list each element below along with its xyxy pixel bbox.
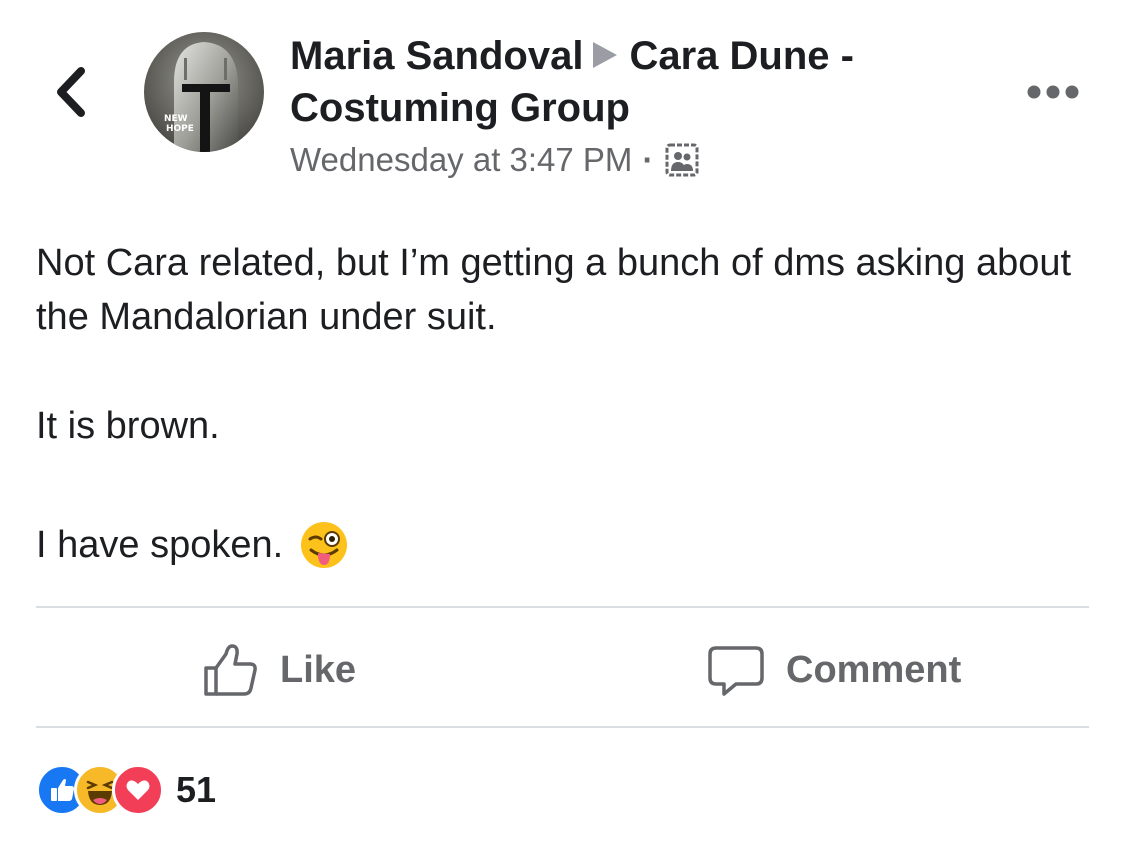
thumbs-up-icon <box>204 644 257 696</box>
triangle-right-icon <box>593 42 618 69</box>
meta-separator: · <box>642 141 654 178</box>
reaction-summary[interactable]: 51 <box>36 764 216 816</box>
post-paragraph-1: Not Cara related, but I’m getting a bunc… <box>36 242 1072 338</box>
reaction-count[interactable]: 51 <box>176 769 216 811</box>
winking-face-with-tongue-icon <box>301 522 348 568</box>
like-button[interactable]: Like <box>202 630 356 710</box>
author-name[interactable]: Maria Sandoval <box>290 34 583 78</box>
divider-top <box>36 606 1089 608</box>
comment-bubble-icon <box>708 646 764 696</box>
group-members-icon <box>665 143 699 177</box>
svg-text:NEW: NEW <box>164 114 188 124</box>
chevron-left-icon <box>57 67 85 117</box>
svg-text:HOPE: HOPE <box>166 124 194 134</box>
post-paragraph-2: It is brown. <box>36 405 220 447</box>
back-button[interactable] <box>44 60 96 124</box>
post-meta: Wednesday at 3:47 PM · <box>290 138 699 182</box>
post-paragraph-3: I have spoken. <box>36 524 284 566</box>
love-reaction-icon <box>112 764 164 816</box>
divider-bottom <box>36 726 1089 728</box>
comment-button[interactable]: Comment <box>708 630 961 710</box>
post-timestamp[interactable]: Wednesday at 3:47 PM <box>290 141 632 179</box>
more-options-button[interactable] <box>1024 80 1082 104</box>
comment-label: Comment <box>786 648 962 691</box>
more-options-icon <box>1027 85 1079 99</box>
like-label: Like <box>280 648 357 691</box>
post-body: Not Cara related, but I’m getting a bunc… <box>36 236 1096 572</box>
post-paragraph-3-container: I have spoken. <box>36 518 1096 572</box>
avatar[interactable]: NEW HOPE <box>144 32 264 152</box>
post-header-title: Maria Sandoval Cara Dune - Costuming Grou… <box>290 30 980 134</box>
